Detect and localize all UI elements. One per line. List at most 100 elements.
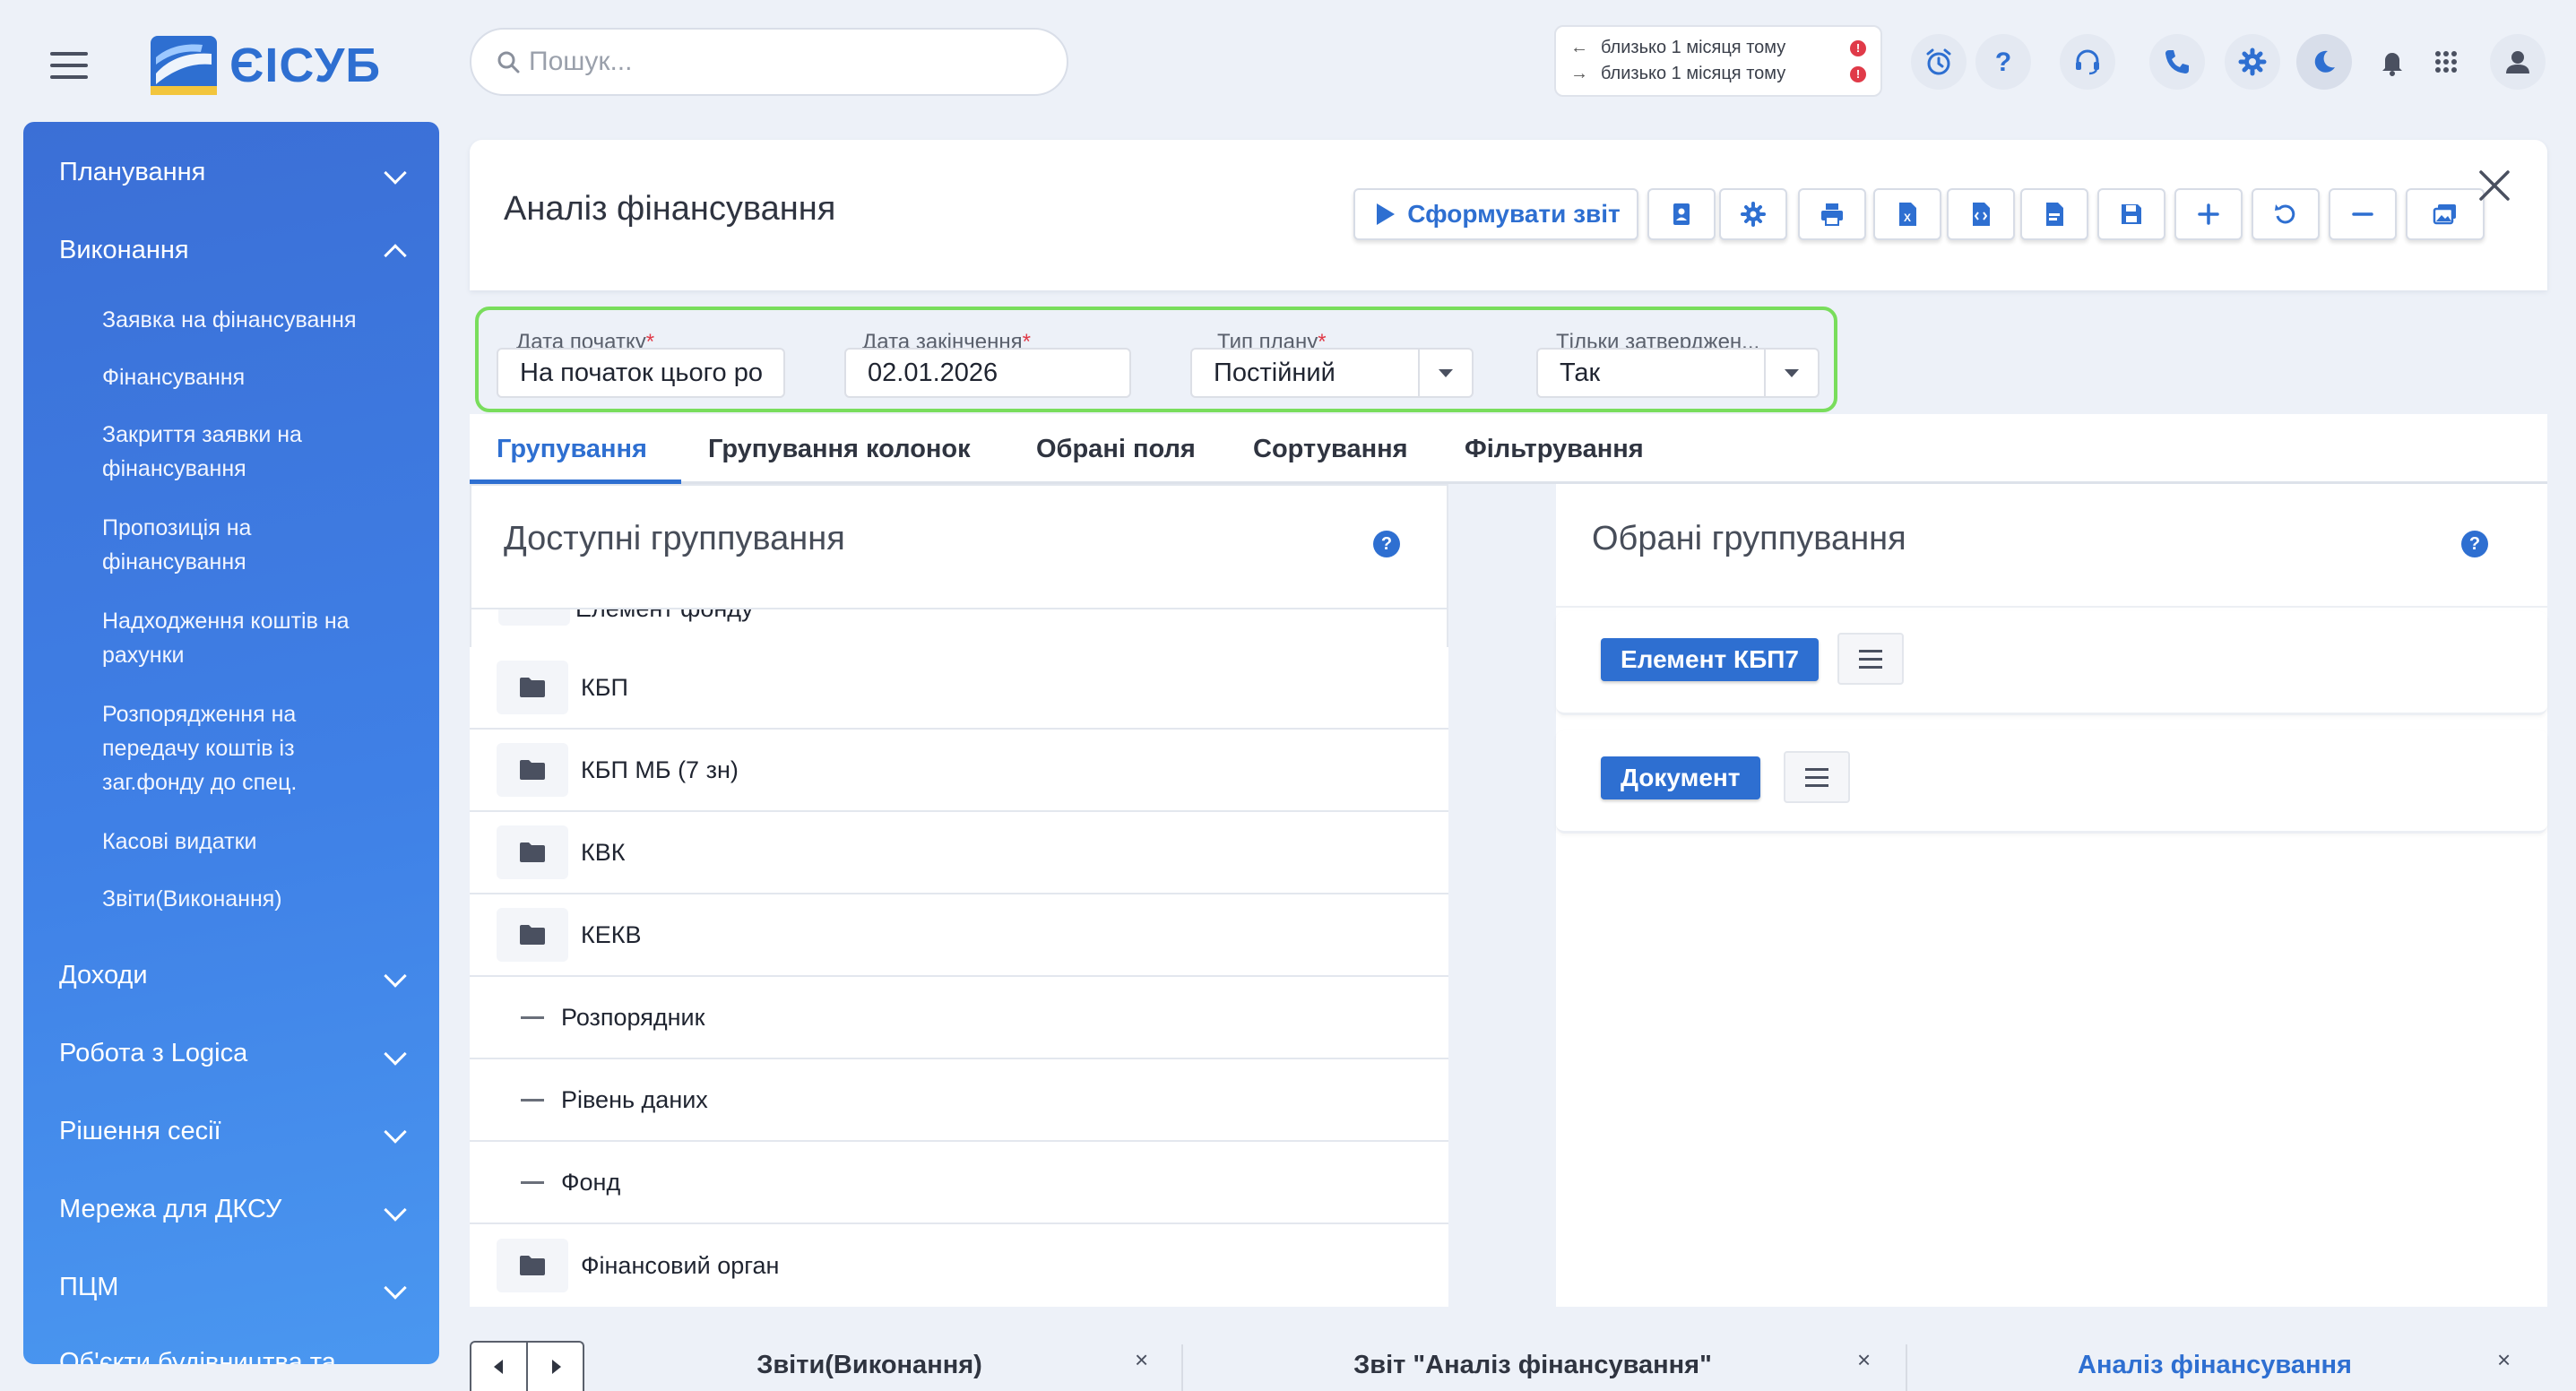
list-item[interactable]: КВК — [470, 812, 1448, 894]
logo-emblem-icon — [149, 34, 219, 97]
logo-text: ЄІСУБ — [229, 39, 382, 92]
alarm-icon[interactable] — [1911, 34, 1967, 90]
app-logo[interactable]: ЄІСУБ — [149, 34, 381, 97]
history-time: близько 1 місяця тому — [1601, 38, 1786, 57]
tab-scroll-controls — [470, 1341, 584, 1391]
help-icon[interactable]: ? — [2461, 531, 2488, 557]
subitem-label: Закриття заявки на — [102, 422, 302, 447]
list-item[interactable]: Фінансовий орган — [470, 1224, 1448, 1307]
chevron-down-icon — [1785, 368, 1799, 377]
notifications-bell-icon[interactable] — [2364, 34, 2420, 90]
sidebar-subitem-funding-request[interactable]: Заявка на фінансування — [102, 303, 403, 337]
help-icon[interactable]: ? — [1373, 531, 1400, 557]
plan-type-select[interactable]: Постійний — [1190, 348, 1420, 398]
selected-groupings-title: Обрані группування — [1592, 520, 1906, 557]
history-back-row[interactable]: ← близько 1 місяця тому ! — [1570, 38, 1866, 58]
start-date-field[interactable]: На початок цього ро — [497, 348, 785, 398]
tab-grouping[interactable]: Групування — [497, 414, 647, 484]
approved-only-select[interactable]: Так — [1536, 348, 1766, 398]
tab-filtering[interactable]: Фільтрування — [1465, 414, 1644, 484]
list-item-label: КБП — [581, 673, 628, 701]
phone-icon[interactable] — [2149, 34, 2205, 90]
tab-divider — [1906, 1344, 1907, 1391]
close-tab-icon[interactable]: × — [1135, 1346, 1148, 1374]
code-export-icon[interactable] — [1947, 188, 2015, 240]
sidebar-subitem-execution-reports[interactable]: Звіти(Виконання) — [102, 882, 403, 916]
settings-tabs: Групування Групування колонок Обрані пол… — [470, 414, 2547, 484]
list-item[interactable]: Розпорядник — [470, 977, 1448, 1059]
sidebar-subitem-transfer-order[interactable]: Розпорядження на передачу коштів із заг.… — [102, 697, 403, 799]
settings-gear-icon[interactable] — [2225, 34, 2280, 90]
list-item-partial[interactable]: Елемент фонду — [471, 608, 1447, 649]
bottom-tab-execution-reports[interactable]: Звіти(Виконання) — [609, 1339, 1129, 1391]
sidebar-subitem-funding-proposal[interactable]: Пропозиція на фінансування — [102, 511, 403, 579]
history-forward-row[interactable]: → близько 1 місяця тому ! — [1570, 64, 1866, 84]
help-icon[interactable]: ? — [1975, 34, 2031, 90]
tab-selected-fields[interactable]: Обрані поля — [1036, 414, 1196, 484]
drag-handle-menu-icon[interactable] — [1784, 751, 1850, 803]
bottom-tab-report-analysis[interactable]: Звіт "Аналіз фінансування" — [1201, 1339, 1864, 1391]
chevron-down-icon — [384, 160, 407, 185]
folder-icon — [497, 825, 568, 879]
sidebar-item-planning[interactable]: Планування — [59, 158, 412, 187]
close-tab-icon[interactable]: × — [2497, 1346, 2511, 1374]
add-icon[interactable] — [2174, 188, 2243, 240]
subitem-label: передачу коштів із — [102, 736, 295, 761]
sidebar-item-session-decisions[interactable]: Рішення сесії — [59, 1117, 412, 1146]
gallery-icon[interactable] — [2406, 188, 2485, 240]
settings-gear-icon[interactable] — [1719, 188, 1787, 240]
close-tab-icon[interactable]: × — [1857, 1346, 1871, 1374]
grouping-chip[interactable]: Документ — [1601, 756, 1760, 799]
sidebar-item-dksu-network[interactable]: Мережа для ДКСУ — [59, 1195, 412, 1224]
end-date-field[interactable]: 02.01.2026 — [844, 348, 1131, 398]
sidebar-item-execution[interactable]: Виконання — [59, 236, 412, 267]
apps-grid-icon[interactable] — [2418, 34, 2474, 90]
sidebar-subitem-cash-expenses[interactable]: Касові видатки — [102, 825, 403, 859]
svg-text:X: X — [1904, 212, 1911, 224]
list-item[interactable]: Фонд — [470, 1142, 1448, 1224]
tab-column-grouping[interactable]: Групування колонок — [708, 414, 971, 484]
sidebar-item-label: Доходи — [59, 961, 148, 989]
approved-only-dropdown-button[interactable] — [1766, 348, 1820, 398]
pdf-export-icon[interactable] — [2020, 188, 2088, 240]
sidebar-item-income[interactable]: Доходи — [59, 961, 412, 990]
chevron-up-icon — [384, 243, 407, 267]
save-icon[interactable] — [2097, 188, 2165, 240]
support-headset-icon[interactable] — [2060, 34, 2115, 90]
dash-icon — [514, 1155, 550, 1209]
hamburger-line — [50, 52, 88, 56]
plan-type-dropdown-button[interactable] — [1420, 348, 1474, 398]
list-item[interactable]: КБП — [470, 647, 1448, 730]
sidebar-item-pcm[interactable]: ПЦМ — [59, 1273, 412, 1302]
list-item[interactable]: Рівень даних — [470, 1059, 1448, 1142]
sidebar-item-label: Об'єкти будівництва та — [59, 1348, 336, 1364]
search-box[interactable] — [470, 28, 1068, 96]
sidebar-subitem-funding[interactable]: Фінансування — [102, 360, 403, 394]
dark-mode-moon-icon[interactable] — [2296, 34, 2352, 90]
user-avatar-icon[interactable] — [2490, 34, 2546, 90]
sidebar-subitem-close-funding-request[interactable]: Закриття заявки на фінансування — [102, 418, 403, 486]
reset-icon[interactable] — [2252, 188, 2320, 240]
list-item[interactable]: КЕКВ — [470, 894, 1448, 977]
sidebar-subitem-account-receipts[interactable]: Надходження коштів на рахунки — [102, 604, 403, 672]
report-card-icon[interactable] — [1647, 188, 1716, 240]
sidebar-item-construction-objects[interactable]: Об'єкти будівництва та — [59, 1348, 412, 1364]
scroll-left-button[interactable] — [471, 1343, 528, 1391]
grouping-chip[interactable]: Елемент КБП7 — [1601, 638, 1819, 681]
tab-sorting[interactable]: Сортування — [1253, 414, 1408, 484]
close-icon[interactable] — [2474, 165, 2515, 206]
generate-report-button[interactable]: Сформувати звіт — [1353, 188, 1638, 240]
drag-handle-menu-icon[interactable] — [1837, 633, 1904, 685]
list-item[interactable]: КБП МБ (7 зн) — [470, 730, 1448, 812]
list-item-label: Фінансовий орган — [581, 1251, 780, 1279]
navigation-history[interactable]: ← близько 1 місяця тому ! → близько 1 мі… — [1554, 25, 1882, 97]
excel-export-icon[interactable]: X — [1873, 188, 1941, 240]
menu-toggle-button[interactable] — [50, 52, 88, 79]
print-icon[interactable] — [1798, 188, 1866, 240]
bottom-tab-funding-analysis[interactable]: Аналіз фінансування — [1923, 1339, 2506, 1391]
scroll-right-button[interactable] — [528, 1343, 583, 1391]
chevron-down-icon — [384, 1275, 407, 1300]
sidebar-item-logica[interactable]: Робота з Logica — [59, 1039, 412, 1068]
search-input[interactable] — [529, 47, 1031, 77]
remove-icon[interactable] — [2329, 188, 2397, 240]
